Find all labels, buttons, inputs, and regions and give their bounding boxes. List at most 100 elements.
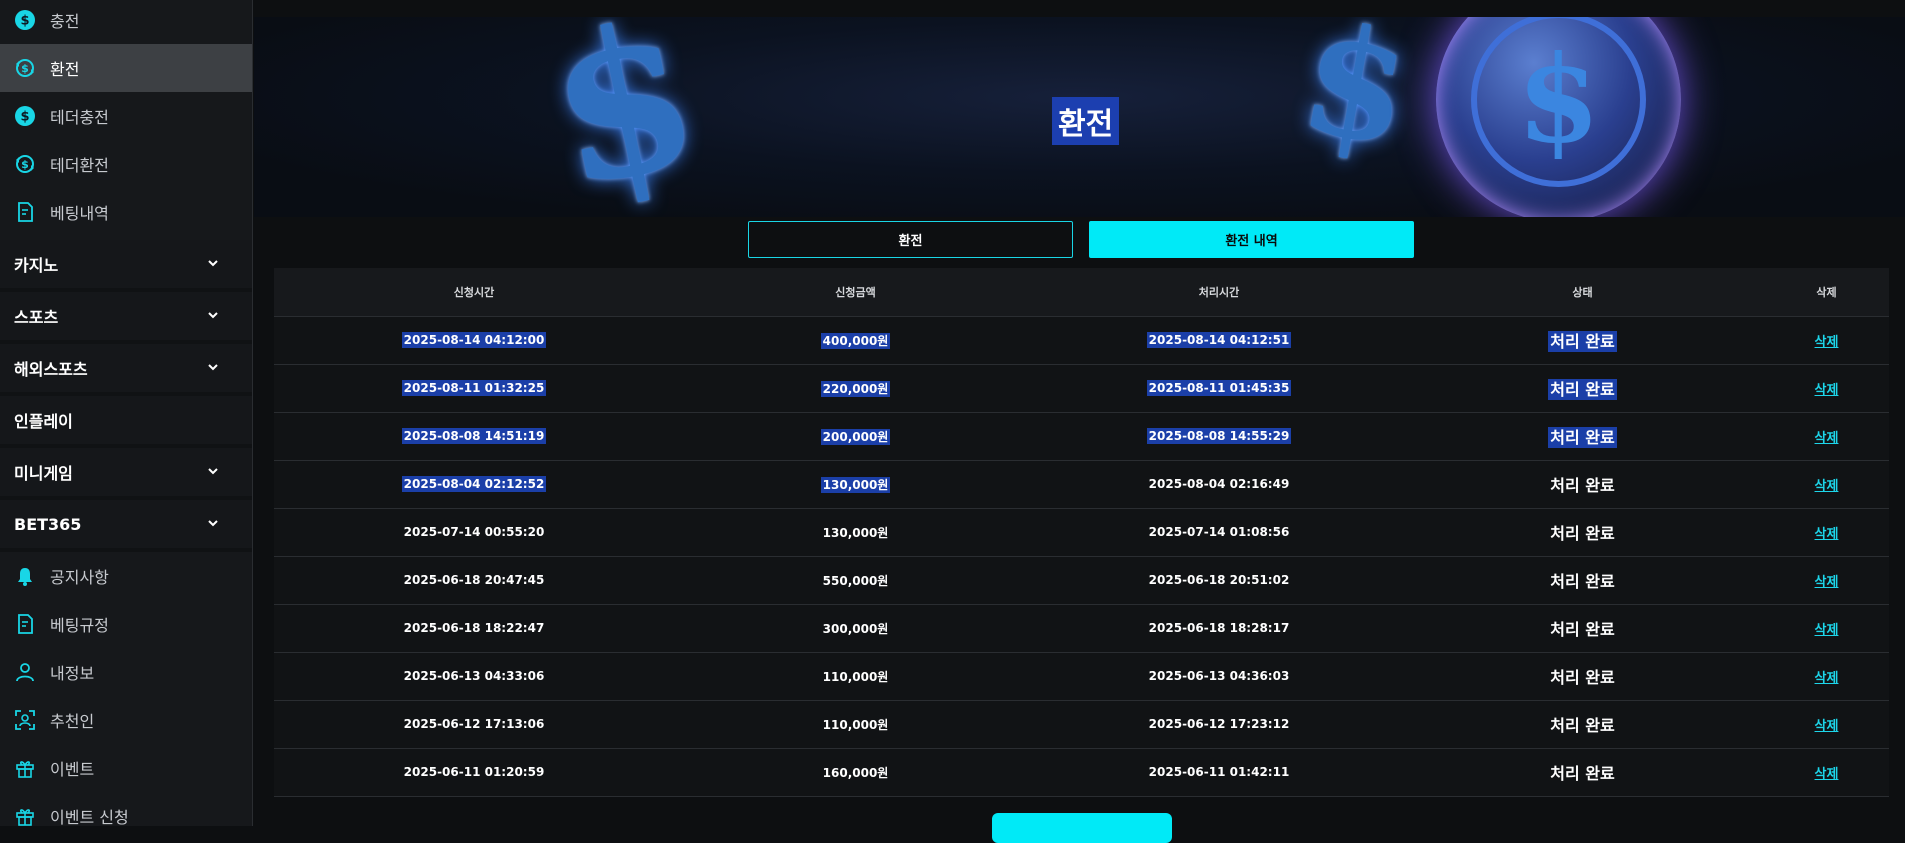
delete-link[interactable]: 삭제	[1815, 383, 1839, 398]
sidebar-item-top-items-2[interactable]: $ 테더충전	[0, 92, 252, 140]
delete-link[interactable]: 삭제	[1815, 767, 1839, 782]
gift-icon	[14, 805, 36, 826]
delete-link[interactable]: 삭제	[1815, 623, 1839, 638]
cell-processed-time: 2025-06-13 04:36:03	[1148, 669, 1290, 683]
delete-link-cell: 삭제	[1764, 604, 1889, 652]
delete-link[interactable]: 삭제	[1815, 575, 1839, 590]
cell-requested-time: 2025-08-11 01:32:25	[401, 380, 547, 396]
main-content: $ $ $ 환전 환전 환전 내역 신청시간 신청금액 처리시간 상태 삭제 2…	[254, 0, 1905, 843]
sidebar-category-5[interactable]: BET365	[0, 500, 252, 552]
sidebar-item-top-items-0[interactable]: $ 충전	[0, 0, 252, 44]
cell-amount: 300,000원	[822, 621, 889, 636]
cell-requested-time-cell: 2025-06-18 20:47:45	[274, 556, 674, 604]
sidebar-item-label: 환전	[50, 60, 80, 79]
gift-icon	[14, 757, 36, 779]
cell-requested-time: 2025-08-08 14:51:19	[401, 428, 547, 444]
sidebar-item-label: 이벤트	[50, 760, 95, 779]
cell-amount-cell: 550,000원	[674, 556, 1037, 604]
cell-status: 처리 완료	[1548, 379, 1617, 400]
cell-processed-time-cell: 2025-06-12 17:23:12	[1037, 700, 1401, 748]
more-button[interactable]	[992, 813, 1172, 843]
cell-amount: 110,000원	[822, 717, 889, 732]
delete-link[interactable]: 삭제	[1815, 671, 1839, 686]
cell-status: 처리 완료	[1550, 764, 1615, 783]
delete-link[interactable]: 삭제	[1815, 527, 1839, 542]
cell-status-cell: 처리 완료	[1401, 556, 1764, 604]
chevron-down-icon	[206, 463, 220, 482]
dollar-coin-icon: $	[14, 105, 36, 127]
cell-processed-time-cell: 2025-08-14 04:12:51	[1037, 316, 1401, 364]
dollar-coin-icon: $	[14, 9, 36, 31]
cell-status-cell: 처리 완료	[1401, 508, 1764, 556]
cell-processed-time: 2025-06-11 01:42:11	[1148, 765, 1290, 779]
sidebar-category-1[interactable]: 스포츠	[0, 292, 252, 344]
cell-processed-time-cell: 2025-08-04 02:16:49	[1037, 460, 1401, 508]
delete-link-cell: 삭제	[1764, 700, 1889, 748]
cell-requested-time-cell: 2025-08-11 01:32:25	[274, 364, 674, 412]
delete-link[interactable]: 삭제	[1815, 335, 1839, 350]
sidebar-category-0[interactable]: 카지노	[0, 240, 252, 292]
delete-link-cell: 삭제	[1764, 748, 1889, 796]
cell-amount-cell: 400,000원	[674, 316, 1037, 364]
cell-processed-time: 2025-08-08 14:55:29	[1146, 428, 1292, 444]
sidebar-item-label: 이벤트 신청	[50, 808, 129, 826]
sidebar-item-label: 추천인	[50, 712, 95, 731]
cell-status: 처리 완료	[1550, 524, 1615, 543]
cell-processed-time: 2025-08-11 01:45:35	[1146, 380, 1292, 396]
sidebar-item-bottom-items-3[interactable]: 추천인	[0, 696, 252, 744]
cell-requested-time: 2025-06-12 17:13:06	[403, 717, 545, 731]
delete-link[interactable]: 삭제	[1815, 431, 1839, 446]
cell-processed-time: 2025-08-14 04:12:51	[1146, 332, 1292, 348]
cell-processed-time: 2025-08-04 02:16:49	[1148, 477, 1290, 491]
table-row: 2025-06-13 04:33:06 110,000원 2025-06-13 04…	[274, 652, 1889, 700]
sidebar-item-top-items-1[interactable]: $ 환전	[0, 44, 252, 92]
cell-amount-cell: 110,000원	[674, 700, 1037, 748]
cell-status: 처리 완료	[1550, 668, 1615, 687]
cell-processed-time: 2025-06-12 17:23:12	[1148, 717, 1290, 731]
delete-link[interactable]: 삭제	[1815, 719, 1839, 734]
cell-status: 처리 완료	[1550, 572, 1615, 591]
cell-requested-time-cell: 2025-06-18 18:22:47	[274, 604, 674, 652]
table-row: 2025-07-14 00:55:20 130,000원 2025-07-14 01…	[274, 508, 1889, 556]
tab-withdraw-history[interactable]: 환전 내역	[1089, 221, 1414, 258]
cell-processed-time: 2025-06-18 18:28:17	[1148, 621, 1290, 635]
svg-text:$: $	[21, 158, 29, 171]
header-status: 상태	[1401, 268, 1764, 317]
sidebar-category-4[interactable]: 미니게임	[0, 448, 252, 500]
sidebar-category-label: BET365	[14, 514, 82, 534]
sidebar-item-bottom-items-2[interactable]: 내정보	[0, 648, 252, 696]
dollar-sign-decoration-icon: $	[1289, 17, 1423, 181]
sidebar-category-2[interactable]: 해외스포츠	[0, 344, 252, 396]
sidebar-category-3[interactable]: 인플레이	[0, 396, 252, 448]
sidebar-item-bottom-items-4[interactable]: 이벤트	[0, 744, 252, 792]
header-amount: 신청금액	[674, 268, 1037, 317]
delete-link[interactable]: 삭제	[1815, 479, 1839, 494]
sidebar-item-bottom-items-5[interactable]: 이벤트 신청	[0, 792, 252, 826]
sidebar-category-label: 미니게임	[14, 464, 73, 483]
sidebar-item-bottom-items-1[interactable]: 베팅규정	[0, 600, 252, 648]
cell-processed-time-cell: 2025-08-11 01:45:35	[1037, 364, 1401, 412]
sidebar-item-top-items-4[interactable]: 베팅내역	[0, 188, 252, 236]
sidebar-category-label: 해외스포츠	[14, 360, 88, 379]
cell-status-cell: 처리 완료	[1401, 748, 1764, 796]
cell-amount: 160,000원	[822, 765, 889, 780]
cell-amount-cell: 130,000원	[674, 460, 1037, 508]
cell-requested-time: 2025-06-18 20:47:45	[403, 573, 545, 587]
tab-bar: 환전 환전 내역	[748, 221, 1414, 258]
sidebar-item-label: 베팅규정	[50, 616, 109, 635]
sidebar-item-bottom-items-0[interactable]: 공지사항	[0, 552, 252, 600]
header-requested-time: 신청시간	[274, 268, 674, 317]
table-row: 2025-08-11 01:32:25 220,000원 2025-08-11 01…	[274, 364, 1889, 412]
sidebar-item-top-items-3[interactable]: $ 테더환전	[0, 140, 252, 188]
table-row: 2025-08-04 02:12:52 130,000원 2025-08-04 02…	[274, 460, 1889, 508]
svg-text:$: $	[21, 62, 29, 75]
cell-status: 처리 완료	[1548, 427, 1617, 448]
cell-amount: 400,000원	[820, 332, 891, 349]
tab-withdraw[interactable]: 환전	[748, 221, 1073, 258]
cell-amount-cell: 300,000원	[674, 604, 1037, 652]
cell-amount: 220,000원	[820, 380, 891, 397]
delete-link-cell: 삭제	[1764, 556, 1889, 604]
cell-status: 처리 완료	[1548, 331, 1617, 352]
cell-amount-cell: 130,000원	[674, 508, 1037, 556]
table-header-row: 신청시간 신청금액 처리시간 상태 삭제	[274, 268, 1889, 317]
